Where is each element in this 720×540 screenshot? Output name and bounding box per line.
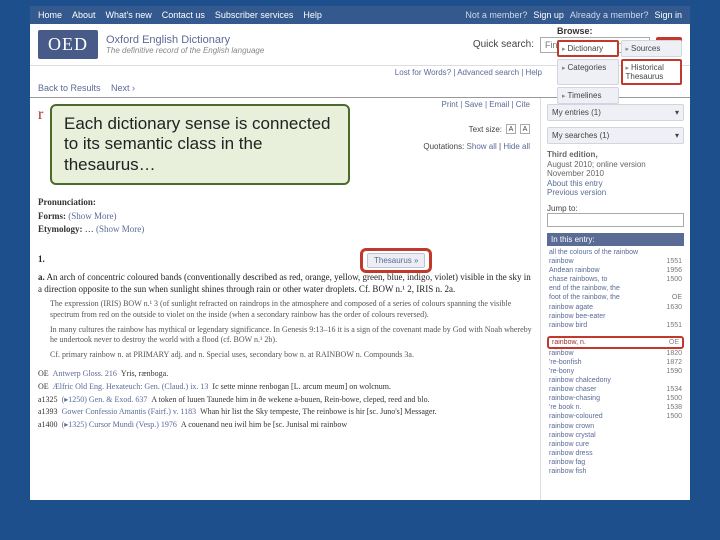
- annotation-callout: Each dictionary sense is connected to it…: [50, 104, 350, 185]
- wordlist-item[interactable]: 're book n.1538: [547, 403, 684, 412]
- back-to-results-link[interactable]: Back to Results: [38, 83, 101, 93]
- browse-dictionary[interactable]: ▸Dictionary: [557, 40, 619, 57]
- search-label: Quick search:: [473, 39, 534, 50]
- quotations-show-all[interactable]: Show all: [467, 142, 497, 151]
- sidebar: My entries (1)▾ My searches (1)▾ Third e…: [540, 98, 690, 500]
- inthis-item[interactable]: all the colours of the rainbow: [547, 248, 684, 257]
- inthis-item[interactable]: rainbow bird1551: [547, 321, 684, 330]
- edition-info: Third edition, August 2010; online versi…: [547, 150, 684, 198]
- my-entries-button[interactable]: My entries (1)▾: [547, 104, 684, 121]
- nav-help[interactable]: Help: [303, 10, 322, 20]
- browse-sources[interactable]: ▸Sources: [621, 40, 683, 57]
- headword-box[interactable]: rainbow, n.OE: [547, 336, 684, 349]
- logo-badge: OED: [38, 30, 98, 59]
- thesaurus-link-highlight: Thesaurus »: [360, 248, 432, 273]
- inthis-item[interactable]: Andean rainbow1956: [547, 266, 684, 275]
- nav-about[interactable]: About: [72, 10, 96, 20]
- browse-thesaurus[interactable]: ▸Historical Thesaurus: [621, 59, 683, 85]
- inthis-item[interactable]: end of the rainbow, the: [547, 284, 684, 293]
- text-size-small[interactable]: A: [506, 124, 516, 134]
- wordlist-item[interactable]: rainbow chaser1534: [547, 385, 684, 394]
- sense-note-2: In many cultures the rainbow has mythica…: [50, 325, 532, 347]
- browse-title: Browse:: [557, 26, 682, 36]
- wordlist-item[interactable]: rainbow chalcedony: [547, 376, 684, 385]
- jump-label: Jump to:: [547, 204, 684, 213]
- wordlist-item[interactable]: 're-bony1590: [547, 367, 684, 376]
- sense-note-1: The expression (IRIS) BOW n.¹ 3 (of sunl…: [50, 299, 532, 321]
- previous-version-link[interactable]: Previous version: [547, 188, 606, 197]
- wordlist-item[interactable]: 're-bonfish1872: [547, 358, 684, 367]
- search-sublinks[interactable]: Lost for Words? | Advanced search | Help: [30, 66, 550, 79]
- browse-panel: Browse: ▸Dictionary ▸Sources ▸Categories…: [557, 26, 682, 104]
- signup-prompt: Not a member?: [465, 10, 527, 20]
- quotations-block: OE Antwerp Gloss. 216 Yris, rænboga. OE …: [38, 369, 532, 431]
- browse-categories[interactable]: ▸Categories: [557, 59, 619, 85]
- nav-home[interactable]: Home: [38, 10, 62, 20]
- wordlist-item[interactable]: rainbow crystal: [547, 431, 684, 440]
- top-bar: Home About What's new Contact us Subscri…: [30, 6, 690, 24]
- wordlist-item[interactable]: rainbow1820: [547, 349, 684, 358]
- wordlist-item[interactable]: rainbow-chasing1500: [547, 394, 684, 403]
- signin-prompt: Already a member?: [570, 10, 649, 20]
- wordlist-item[interactable]: rainbow crown: [547, 422, 684, 431]
- thesaurus-button[interactable]: Thesaurus »: [367, 253, 425, 268]
- next-result-link[interactable]: Next ›: [111, 83, 135, 93]
- entry-main: Print | Save | Email | Cite Text size: A…: [30, 98, 540, 500]
- logo-tagline: The definitive record of the English lan…: [106, 46, 264, 55]
- signup-link[interactable]: Sign up: [533, 10, 564, 20]
- signin-link[interactable]: Sign in: [654, 10, 682, 20]
- browse-timelines[interactable]: ▸Timelines: [557, 87, 619, 104]
- about-entry-link[interactable]: About this entry: [547, 179, 603, 188]
- jump-input[interactable]: [547, 213, 684, 227]
- nav-contact[interactable]: Contact us: [162, 10, 205, 20]
- wordlist-item[interactable]: rainbow cure: [547, 440, 684, 449]
- sense-note-3: Cf. primary rainbow n. at PRIMARY adj. a…: [50, 350, 532, 361]
- inthis-item[interactable]: chase rainbows, to1500: [547, 275, 684, 284]
- nav-subscriber[interactable]: Subscriber services: [215, 10, 294, 20]
- header: OED Oxford English Dictionary The defini…: [30, 24, 690, 66]
- forms-show-more[interactable]: (Show More): [68, 211, 116, 221]
- inthis-item[interactable]: foot of the rainbow, theOE: [547, 293, 684, 302]
- etym-show-more[interactable]: (Show More): [96, 224, 144, 234]
- text-size-large[interactable]: A: [520, 124, 530, 134]
- top-nav: Home About What's new Contact us Subscri…: [38, 10, 322, 20]
- sense-number: 1.: [38, 253, 532, 265]
- entry-tools[interactable]: Print | Save | Email | Cite: [442, 100, 530, 109]
- wordlist-item[interactable]: rainbow-coloured1500: [547, 412, 684, 421]
- quotations-hide-all[interactable]: Hide all: [503, 142, 530, 151]
- inthis-item[interactable]: rainbow bee-eater: [547, 312, 684, 321]
- logo-title: Oxford English Dictionary: [106, 34, 264, 46]
- sense-definition: An arch of concentric coloured bands (co…: [38, 272, 531, 294]
- inthis-item[interactable]: rainbow agate1630: [547, 303, 684, 312]
- nav-whatsnew[interactable]: What's new: [106, 10, 152, 20]
- wordlist-item[interactable]: rainbow fish: [547, 467, 684, 476]
- in-this-entry-header: In this entry:: [547, 233, 684, 246]
- inthis-item[interactable]: rainbow1551: [547, 257, 684, 266]
- wordlist-item[interactable]: rainbow dress: [547, 449, 684, 458]
- text-size-tools: Text size: A A: [469, 124, 530, 134]
- my-searches-button[interactable]: My searches (1)▾: [547, 127, 684, 144]
- wordlist-item[interactable]: rainbow fag: [547, 458, 684, 467]
- quotation-tools: Quotations: Show all | Hide all: [423, 142, 530, 151]
